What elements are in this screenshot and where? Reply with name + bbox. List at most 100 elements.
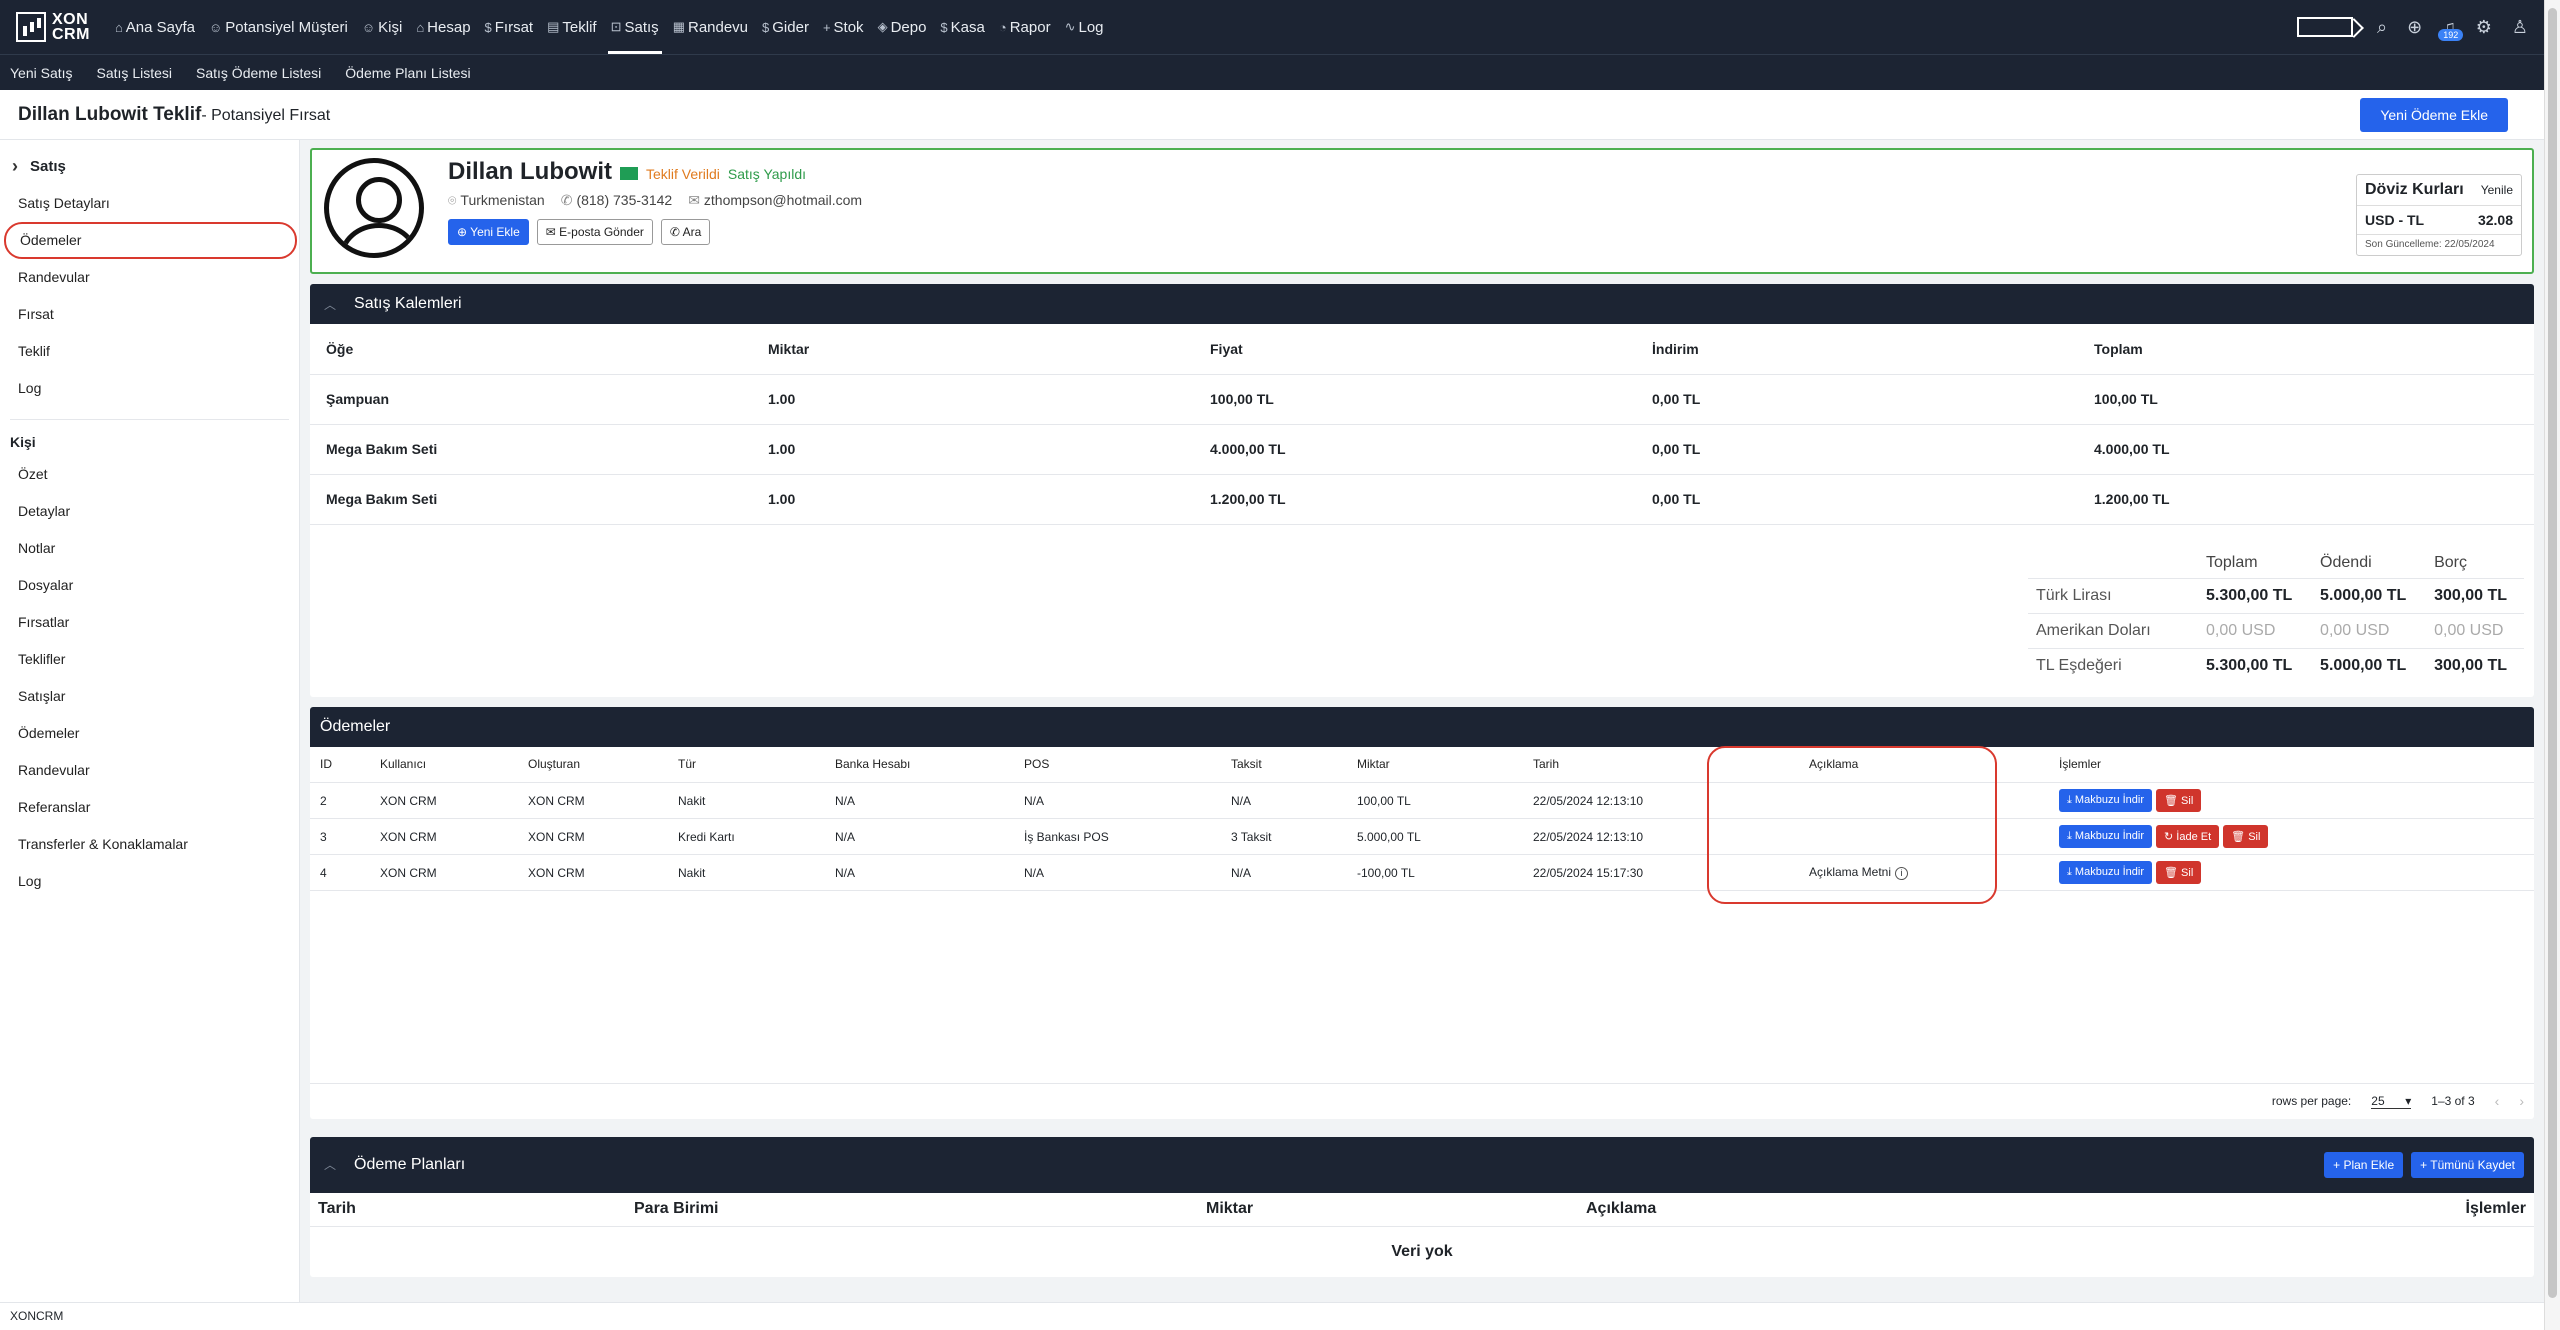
user-icon[interactable]: ♙ xyxy=(2512,17,2528,38)
table-cell: N/A xyxy=(1014,854,1221,891)
sidebar-item[interactable]: Teklifler xyxy=(0,641,299,678)
prev-page-icon[interactable]: ‹ xyxy=(2495,1093,2500,1109)
subnav-payment-plan-list[interactable]: Ödeme Planı Listesi xyxy=(345,65,470,81)
nav-item[interactable]: ☺ Potansiyel Müşteri xyxy=(202,0,355,54)
table-cell: Nakit xyxy=(668,854,825,891)
table-cell: 1.00 xyxy=(752,474,1194,525)
sidebar-item[interactable]: Referanslar xyxy=(0,789,299,826)
download-receipt-button[interactable]: ⤓ Makbuzu İndir xyxy=(2059,825,2153,848)
totals-cell: 0,00 USD xyxy=(2198,613,2313,649)
payment-plans-title: Ödeme Planları xyxy=(354,1155,466,1173)
sidebar-item[interactable]: Randevular xyxy=(0,752,299,789)
exchange-rates-box: Döviz Kurları Yenile USD - TL 32.08 Son … xyxy=(2356,174,2522,256)
table-cell: Mega Bakım Seti xyxy=(310,474,752,525)
sidebar-item[interactable]: Log xyxy=(0,863,299,900)
nav-item[interactable]: ☺ Kişi xyxy=(355,0,409,54)
table-cell: N/A xyxy=(825,818,1014,855)
scrollbar-thumb[interactable] xyxy=(2548,8,2557,1298)
send-email-button[interactable]: ✉ E-posta Gönder xyxy=(536,219,653,245)
add-new-button[interactable]: ⊕ Yeni Ekle xyxy=(448,219,529,245)
nav-icon: ⌂ xyxy=(114,19,123,35)
new-payment-button[interactable]: Yeni Ödeme Ekle xyxy=(2360,97,2508,132)
nav-item[interactable]: ◈ Depo xyxy=(871,0,934,54)
delete-button[interactable]: 🗑 Sil xyxy=(2156,861,2202,884)
avatar xyxy=(324,158,424,258)
add-circle-icon[interactable]: ⊕ xyxy=(2407,17,2422,38)
nav-item[interactable]: $ Gider xyxy=(755,0,816,54)
nav-item[interactable]: ∿ Log xyxy=(1058,0,1111,54)
nav-item[interactable]: $ Fırsat xyxy=(478,0,541,54)
table-cell: N/A xyxy=(825,854,1014,891)
arrow-toggle-icon[interactable] xyxy=(2297,17,2354,37)
nav-item[interactable]: ⌂ Ana Sayfa xyxy=(108,0,202,54)
nav-item[interactable]: + Stok xyxy=(816,0,871,54)
page-title: Dillan Lubowit Teklif- Potansiyel Fırsat xyxy=(18,103,331,125)
save-all-button[interactable]: + Tümünü Kaydet xyxy=(2411,1151,2524,1178)
download-receipt-button[interactable]: ⤓ Makbuzu İndir xyxy=(2059,861,2153,884)
call-button[interactable]: ✆ Ara xyxy=(660,219,711,245)
brand-logo[interactable]: XON CRM xyxy=(16,11,90,43)
subnav-sale-payment-list[interactable]: Satış Ödeme Listesi xyxy=(196,65,321,81)
page-scrollbar[interactable] xyxy=(2544,0,2560,1330)
sidebar-item[interactable]: Transferler & Konaklamalar xyxy=(0,826,299,863)
column-header: POS xyxy=(1014,746,1221,783)
subnav-sale-list[interactable]: Satış Listesi xyxy=(97,65,172,81)
nav-icon: ⌂ xyxy=(416,19,425,35)
page-subtitle: - Potansiyel Fırsat xyxy=(201,106,331,124)
page-header: Dillan Lubowit Teklif- Potansiyel Fırsat… xyxy=(0,90,2544,140)
subnav-new-sale[interactable]: Yeni Satış xyxy=(10,65,73,81)
nav-item[interactable]: ▦ Randevu xyxy=(666,0,755,54)
nav-item[interactable]: ▤ Teklif xyxy=(540,0,603,54)
next-page-icon[interactable]: › xyxy=(2519,1093,2524,1109)
sidebar-item[interactable]: Ödemeler xyxy=(4,222,297,259)
sidebar-item[interactable]: Teklif xyxy=(0,333,299,370)
sidebar-item[interactable]: Fırsat xyxy=(0,296,299,333)
search-icon[interactable]: ⌕ xyxy=(2377,17,2387,38)
table-row: Mega Bakım Seti 1.00 1.200,00 TL 0,00 TL 1.2… xyxy=(310,474,2534,525)
brand-line1: XON xyxy=(52,11,89,28)
table-cell: 22/05/2024 12:13:10 xyxy=(1523,818,1799,855)
table-cell: 1.00 xyxy=(752,424,1194,475)
refresh-rates-button[interactable]: Yenile xyxy=(2481,183,2513,197)
info-icon[interactable]: i xyxy=(1895,867,1909,880)
sidebar-item[interactable]: Özet xyxy=(0,456,299,493)
delete-button[interactable]: 🗑 Sil xyxy=(2156,789,2202,812)
gear-icon[interactable]: ⚙ xyxy=(2476,17,2492,38)
sidebar-item[interactable]: Notlar xyxy=(0,530,299,567)
nav-item[interactable]: ⊡ Satış xyxy=(604,0,666,54)
sidebar-item[interactable]: Satış Detayları xyxy=(0,185,299,222)
sidebar-item[interactable]: Satışlar xyxy=(0,678,299,715)
totals-row: Amerikan Doları 0,00 USD 0,00 USD 0,00 USD xyxy=(2028,613,2524,649)
delete-button[interactable]: 🗑 Sil xyxy=(2223,825,2269,848)
table-row: Şampuan 1.00 100,00 TL 0,00 TL 100,00 TL xyxy=(310,374,2534,425)
nav-item[interactable]: $ Kasa xyxy=(933,0,991,54)
sidebar-item[interactable]: Ödemeler xyxy=(0,715,299,752)
table-cell: 3 Taksit xyxy=(1221,818,1347,855)
sidebar-item[interactable]: Log xyxy=(0,370,299,407)
add-plan-button[interactable]: + Plan Ekle xyxy=(2324,1151,2404,1178)
nav-item[interactable]: ◔ Rapor xyxy=(992,0,1058,54)
column-header: Öğe xyxy=(310,324,752,375)
column-header: Banka Hesabı xyxy=(825,746,1014,783)
table-cell: Açıklama Metni i xyxy=(1799,854,2049,891)
nav-item[interactable]: ⌂ Hesap xyxy=(409,0,477,54)
chevron-up-icon[interactable]: ︿ xyxy=(324,1156,336,1173)
chevron-up-icon[interactable]: ︿ xyxy=(324,296,336,313)
totals-cell: 300,00 TL xyxy=(2426,648,2524,684)
sidebar-item[interactable]: Detaylar xyxy=(0,493,299,530)
sidebar-section-sale[interactable]: › Satış xyxy=(0,150,299,185)
brand-line2: CRM xyxy=(52,26,90,43)
table-cell: XON CRM xyxy=(370,818,518,855)
rows-per-page-select[interactable]: 25 ▾ xyxy=(2371,1093,2412,1109)
refund-button[interactable]: ↻ İade Et xyxy=(2156,825,2220,848)
bell-icon[interactable]: ♫ 192 xyxy=(2438,17,2464,41)
download-receipt-button[interactable]: ⤓ Makbuzu İndir xyxy=(2059,789,2153,812)
caret-down-icon: ▾ xyxy=(2405,1093,2412,1108)
sidebar-item[interactable]: Fırsatlar xyxy=(0,604,299,641)
sidebar-item[interactable]: Randevular xyxy=(0,259,299,296)
sidebar-item[interactable]: Dosyalar xyxy=(0,567,299,604)
totals-row: TL Eşdeğeri 5.300,00 TL 5.000,00 TL 300,00 … xyxy=(2028,648,2524,684)
table-cell: 0,00 TL xyxy=(1636,474,2078,525)
table-cell: 4 xyxy=(310,854,370,891)
sidebar-divider xyxy=(10,419,289,420)
